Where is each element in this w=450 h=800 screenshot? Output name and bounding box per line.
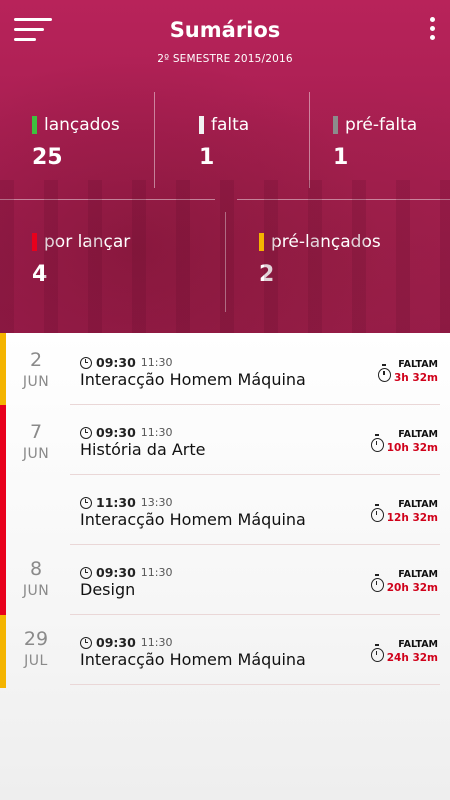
stat-pre-lancados[interactable]: pré-lançados 2 — [259, 231, 381, 288]
summary-list: 2 JUN 7 JUN 8 JUN 29 JUL 09:30 11:30 Inte… — [0, 333, 450, 800]
divider — [237, 199, 450, 200]
stopwatch-icon — [370, 433, 384, 452]
faltam-label: FALTAM — [398, 639, 438, 650]
remaining-value: 24h 32m — [386, 652, 438, 664]
faltam-label: FALTAM — [398, 569, 438, 580]
faltam-label: FALTAM — [398, 359, 438, 370]
divider — [154, 92, 155, 188]
stat-label: lançados — [44, 115, 120, 135]
date-group: 29 JUL — [10, 628, 62, 670]
start-time: 09:30 — [96, 565, 136, 580]
faltam-label: FALTAM — [398, 429, 438, 440]
divider — [225, 212, 226, 312]
clock-icon — [80, 566, 92, 579]
stat-lancados[interactable]: lançados 25 — [32, 114, 120, 171]
subject-name: Design — [80, 580, 136, 599]
subject-name: Interacção Homem Máquina — [80, 510, 306, 529]
time-remaining: FALTAM 24h 32m — [370, 639, 438, 665]
stopwatch-icon — [370, 643, 384, 662]
remaining-value: 20h 32m — [386, 582, 438, 594]
page-title: Sumários — [169, 18, 281, 42]
stat-label: falta — [211, 115, 250, 135]
date-month: JUN — [22, 583, 50, 599]
status-bar-pre-lancado — [0, 333, 6, 405]
stat-label: pré-falta — [345, 115, 418, 135]
end-time: 11:30 — [140, 566, 173, 579]
clock-icon — [80, 496, 92, 509]
clock-icon — [80, 426, 92, 439]
status-swatch — [199, 116, 204, 134]
subject-name: Interacção Homem Máquina — [80, 650, 306, 669]
start-time: 11:30 — [96, 495, 136, 510]
list-item[interactable]: 09:30 11:30 Interacção Homem Máquina FALT… — [70, 615, 440, 685]
date-group: 7 JUN — [10, 421, 62, 463]
clock-icon — [80, 356, 92, 369]
list-item[interactable]: 09:30 11:30 Interacção Homem Máquina FALT… — [70, 335, 440, 405]
divider — [309, 92, 310, 188]
class-time: 11:30 13:30 — [80, 495, 173, 510]
subject-name: Interacção Homem Máquina — [80, 370, 306, 389]
remaining-value: 3h 32m — [394, 372, 438, 384]
status-swatch — [32, 116, 37, 134]
stat-value: 1 — [333, 145, 349, 170]
semester-label: 2º SEMESTRE 2015/2016 — [157, 53, 293, 65]
divider — [0, 199, 215, 200]
stat-falta[interactable]: falta 1 — [199, 114, 249, 171]
stat-label: pré-lançados — [271, 232, 381, 252]
stopwatch-icon — [370, 573, 384, 592]
more-options-icon[interactable] — [426, 16, 438, 42]
remaining-value: 12h 32m — [386, 512, 438, 524]
remaining-value: 10h 32m — [386, 442, 438, 454]
list-item[interactable]: 09:30 11:30 Design FALTAM 20h 32m — [70, 545, 440, 615]
date-day: 7 — [29, 421, 43, 443]
class-time: 09:30 11:30 — [80, 635, 173, 650]
stat-label: por lançar — [44, 232, 131, 252]
start-time: 09:30 — [96, 635, 136, 650]
class-time: 09:30 11:30 — [80, 565, 173, 580]
status-swatch — [32, 233, 37, 251]
class-time: 09:30 11:30 — [80, 425, 173, 440]
end-time: 11:30 — [140, 636, 173, 649]
stat-value: 4 — [32, 262, 48, 287]
stopwatch-icon — [370, 503, 384, 522]
date-month: JUN — [22, 446, 50, 462]
start-time: 09:30 — [96, 425, 136, 440]
date-day: 29 — [23, 628, 49, 650]
end-time: 11:30 — [140, 426, 173, 439]
stat-pre-falta[interactable]: pré-falta 1 — [333, 114, 417, 171]
status-bar-por-lancar — [0, 405, 6, 615]
time-remaining: FALTAM 12h 32m — [370, 499, 438, 525]
stat-por-lancar[interactable]: por lançar 4 — [32, 231, 130, 288]
time-remaining: FALTAM 10h 32m — [370, 429, 438, 455]
end-time: 13:30 — [140, 496, 173, 509]
list-item[interactable]: 09:30 11:30 História da Arte FALTAM 10h 32… — [70, 405, 440, 475]
status-swatch — [259, 233, 264, 251]
status-bar-pre-lancado — [0, 615, 6, 688]
faltam-label: FALTAM — [398, 499, 438, 510]
class-time: 09:30 11:30 — [80, 355, 173, 370]
stopwatch-icon — [378, 363, 391, 382]
stat-value: 1 — [199, 145, 215, 170]
stat-value: 2 — [259, 262, 275, 287]
status-swatch — [333, 116, 338, 134]
end-time: 11:30 — [140, 356, 173, 369]
date-day: 2 — [29, 349, 43, 371]
date-day: 8 — [29, 558, 43, 580]
time-remaining: FALTAM 3h 32m — [378, 359, 438, 385]
date-month: JUN — [22, 374, 50, 390]
stat-value: 25 — [32, 145, 63, 170]
summary-header: Sumários 2º SEMESTRE 2015/2016 lançados … — [0, 0, 450, 333]
list-item[interactable]: 11:30 13:30 Interacção Homem Máquina FALT… — [70, 475, 440, 545]
date-group: 8 JUN — [10, 558, 62, 600]
time-remaining: FALTAM 20h 32m — [370, 569, 438, 595]
start-time: 09:30 — [96, 355, 136, 370]
date-month: JUL — [24, 653, 48, 669]
subject-name: História da Arte — [80, 440, 206, 459]
date-group: 2 JUN — [10, 349, 62, 391]
clock-icon — [80, 636, 92, 649]
